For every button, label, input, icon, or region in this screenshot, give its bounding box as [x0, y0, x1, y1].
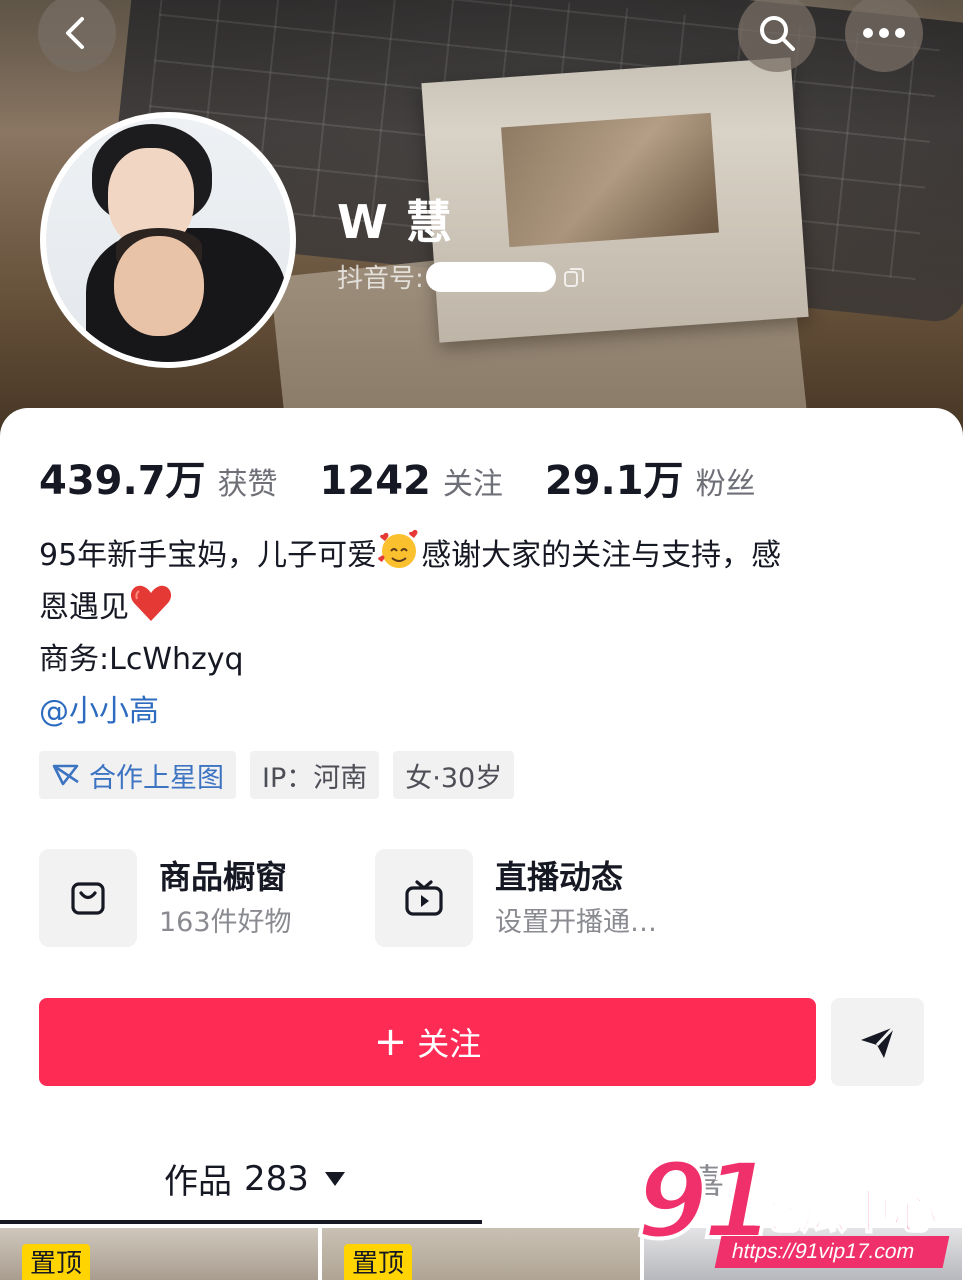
share-button[interactable] [831, 998, 924, 1086]
stat-likes[interactable]: 439.7万 获赞 [39, 448, 278, 506]
profile-tags: 合作上星图 IP：河南 女·30岁 [39, 751, 515, 799]
tag-gender-age: 女·30岁 [393, 751, 515, 799]
watermark-url: https://91vip17.com [714, 1236, 950, 1268]
search-icon [760, 16, 795, 51]
feature-entries: 商品橱窗 163件好物 直播动态 设置开播通… [39, 849, 711, 947]
profile-bio: 95年新手宝妈，儿子可爱 感谢大家的关注与支持，感 恩遇见 商务:LcWhzyq… [39, 527, 919, 738]
follow-label: 关注 [417, 1025, 482, 1063]
douyin-id: 抖音号: [337, 258, 586, 295]
pinned-badge: 置顶 [22, 1244, 91, 1280]
douyin-id-redaction [425, 261, 556, 292]
bio-text: 95年新手宝妈，儿子可爱 [39, 538, 378, 573]
tab-works[interactable]: 作品 283 [164, 1154, 345, 1203]
xingtu-logo-icon [52, 764, 79, 786]
follow-button[interactable]: + 关注 [39, 998, 816, 1086]
plus-icon: + [373, 1019, 408, 1065]
video-thumbnail[interactable]: 置顶 [322, 1228, 640, 1280]
stat-followers[interactable]: 29.1万 粉丝 [545, 448, 756, 506]
watermark-text: 吃瓜中心 [753, 1184, 939, 1240]
watermark: 91 吃瓜中心 https://91vip17.com [634, 1144, 956, 1276]
douyin-id-label: 抖音号: [337, 264, 424, 294]
tag-xingtu[interactable]: 合作上星图 [39, 751, 236, 799]
feature-live-updates[interactable]: 直播动态 设置开播通… [375, 849, 711, 947]
shopping-bag-icon [71, 882, 105, 915]
tab-active-indicator [0, 1220, 482, 1224]
smiling-face-with-hearts-icon [378, 529, 418, 568]
bio-business: 商务:LcWhzyq [39, 642, 244, 677]
tag-ip-location: IP：河南 [250, 751, 380, 799]
avatar[interactable] [40, 112, 296, 368]
bio-mention-link[interactable]: @小小高 [39, 686, 919, 738]
stats-row: 439.7万 获赞 1242 关注 29.1万 粉丝 [39, 448, 756, 504]
caret-down-icon [324, 1171, 345, 1186]
video-thumbnail[interactable]: 置顶 [0, 1228, 318, 1280]
send-icon [860, 1025, 895, 1058]
bio-text-line2: 恩遇见 [39, 590, 129, 625]
profile-name: W 慧 [337, 195, 453, 249]
chevron-left-icon [66, 17, 84, 49]
pinned-badge: 置顶 [344, 1244, 413, 1280]
tv-play-icon [405, 880, 443, 916]
copy-icon[interactable] [562, 265, 586, 289]
red-heart-icon [130, 585, 172, 621]
more-dots-icon [863, 28, 905, 38]
feature-shop-window[interactable]: 商品橱窗 163件好物 [39, 849, 375, 947]
stat-following[interactable]: 1242 关注 [320, 458, 503, 504]
bio-text-cont: 感谢大家的关注与支持，感 [421, 538, 782, 573]
